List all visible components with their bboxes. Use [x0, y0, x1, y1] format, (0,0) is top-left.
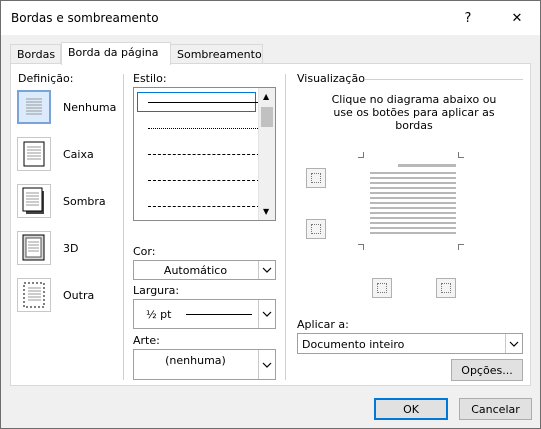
- setting-shadow-icon[interactable]: [17, 184, 51, 218]
- tab-shading-label: Sombreamento: [177, 48, 262, 61]
- color-value: Automático: [163, 264, 228, 277]
- setting-3d-label[interactable]: 3D: [63, 242, 78, 255]
- preview-text-line: [370, 227, 456, 229]
- preview-text-line: [398, 164, 456, 167]
- top-border-button[interactable]: [306, 168, 326, 188]
- chevron-down-icon[interactable]: [258, 261, 275, 279]
- title-bar: Bordas e sombreamento ? ✕: [1, 1, 540, 35]
- style-option-solid[interactable]: [148, 102, 260, 103]
- chevron-down-icon[interactable]: [505, 334, 522, 353]
- preview-text-line: [370, 222, 456, 224]
- ok-button[interactable]: OK: [374, 398, 448, 420]
- top-border-icon: [311, 173, 321, 183]
- preview-corner-tl: [358, 152, 364, 158]
- help-button[interactable]: ?: [445, 1, 491, 35]
- left-border-icon: [377, 283, 387, 293]
- tab-shading[interactable]: Sombreamento: [170, 44, 263, 64]
- width-label: Largura:: [133, 284, 180, 297]
- scroll-thumb[interactable]: [261, 107, 273, 127]
- color-label: Cor:: [133, 245, 156, 258]
- setting-box-label[interactable]: Caixa: [63, 148, 94, 161]
- setting-custom-label[interactable]: Outra: [63, 289, 94, 302]
- apply-to-label: Aplicar a:: [297, 318, 349, 331]
- scroll-down-icon[interactable]: ▼: [263, 207, 269, 216]
- scroll-up-icon[interactable]: ▲: [263, 92, 269, 101]
- preview-text-line: [370, 192, 456, 194]
- tab-borders[interactable]: Bordas: [10, 44, 61, 64]
- right-border-button[interactable]: [436, 278, 456, 298]
- width-value: ½ pt: [146, 308, 172, 321]
- color-dropdown[interactable]: Automático: [133, 260, 276, 280]
- close-button[interactable]: ✕: [494, 1, 540, 35]
- style-option-dotted[interactable]: [148, 128, 260, 129]
- apply-to-dropdown[interactable]: Documento inteiro: [297, 333, 523, 354]
- bottom-border-button[interactable]: [306, 219, 326, 239]
- tab-borders-label: Bordas: [17, 48, 56, 61]
- style-option-dash-dot[interactable]: [148, 206, 260, 207]
- preview-text-line: [370, 212, 456, 214]
- setting-none-icon[interactable]: [17, 90, 51, 124]
- preview-text-line: [370, 207, 456, 209]
- chevron-down-icon[interactable]: [258, 300, 275, 328]
- style-option-dashed-small[interactable]: [148, 154, 260, 155]
- left-border-button[interactable]: [372, 278, 392, 298]
- setting-none-label[interactable]: Nenhuma: [63, 101, 116, 114]
- preview-text-line: [370, 177, 456, 179]
- preview-text-line: [370, 217, 456, 219]
- cancel-button[interactable]: Cancelar: [459, 398, 532, 420]
- art-dropdown[interactable]: (nenhuma): [133, 349, 276, 380]
- preview-heading-rule: [365, 79, 523, 80]
- preview-corner-tr: [458, 152, 464, 158]
- art-value: (nenhuma): [165, 354, 226, 367]
- tab-page-border[interactable]: Borda da página: [61, 42, 171, 65]
- style-option-dashed[interactable]: [148, 180, 260, 181]
- right-border-icon: [441, 283, 451, 293]
- preview-text-line: [370, 182, 456, 184]
- preview-corner-br: [458, 244, 464, 250]
- help-icon: ?: [464, 10, 472, 26]
- preview-text-line: [370, 202, 456, 204]
- style-scrollbar[interactable]: ▲ ▼: [258, 88, 275, 220]
- options-button[interactable]: Opções...: [451, 359, 523, 381]
- preview-text-line: [370, 232, 456, 234]
- art-label: Arte:: [133, 334, 160, 347]
- preview-heading: Visualização: [297, 72, 365, 85]
- setting-3d-icon[interactable]: [17, 231, 51, 265]
- close-icon: ✕: [511, 10, 523, 26]
- preview-corner-bl: [358, 244, 364, 250]
- borders-shading-dialog: Bordas e sombreamento ? ✕ Bordas Borda d…: [0, 0, 541, 429]
- divider-left: [123, 74, 124, 380]
- settings-heading: Definição:: [18, 72, 74, 85]
- preview-text-line: [370, 187, 456, 189]
- dialog-title: Bordas e sombreamento: [11, 11, 159, 25]
- divider-right: [285, 74, 286, 380]
- style-listbox[interactable]: ▲ ▼: [133, 87, 276, 221]
- tab-page-border-label: Borda da página: [68, 46, 159, 59]
- width-dropdown[interactable]: ½ pt: [133, 299, 276, 329]
- preview-instructions: Clique no diagrama abaixo ou use os botõ…: [331, 93, 497, 132]
- preview-text-line: [370, 172, 456, 174]
- setting-shadow-label[interactable]: Sombra: [63, 195, 106, 208]
- apply-to-value: Documento inteiro: [302, 338, 405, 351]
- width-sample-line: [186, 314, 252, 315]
- setting-custom-icon[interactable]: [17, 278, 51, 312]
- style-heading: Estilo:: [133, 72, 167, 85]
- bottom-border-icon: [311, 224, 321, 234]
- setting-box-icon[interactable]: [17, 137, 51, 171]
- preview-text-line: [370, 197, 456, 199]
- chevron-down-icon[interactable]: [258, 350, 275, 379]
